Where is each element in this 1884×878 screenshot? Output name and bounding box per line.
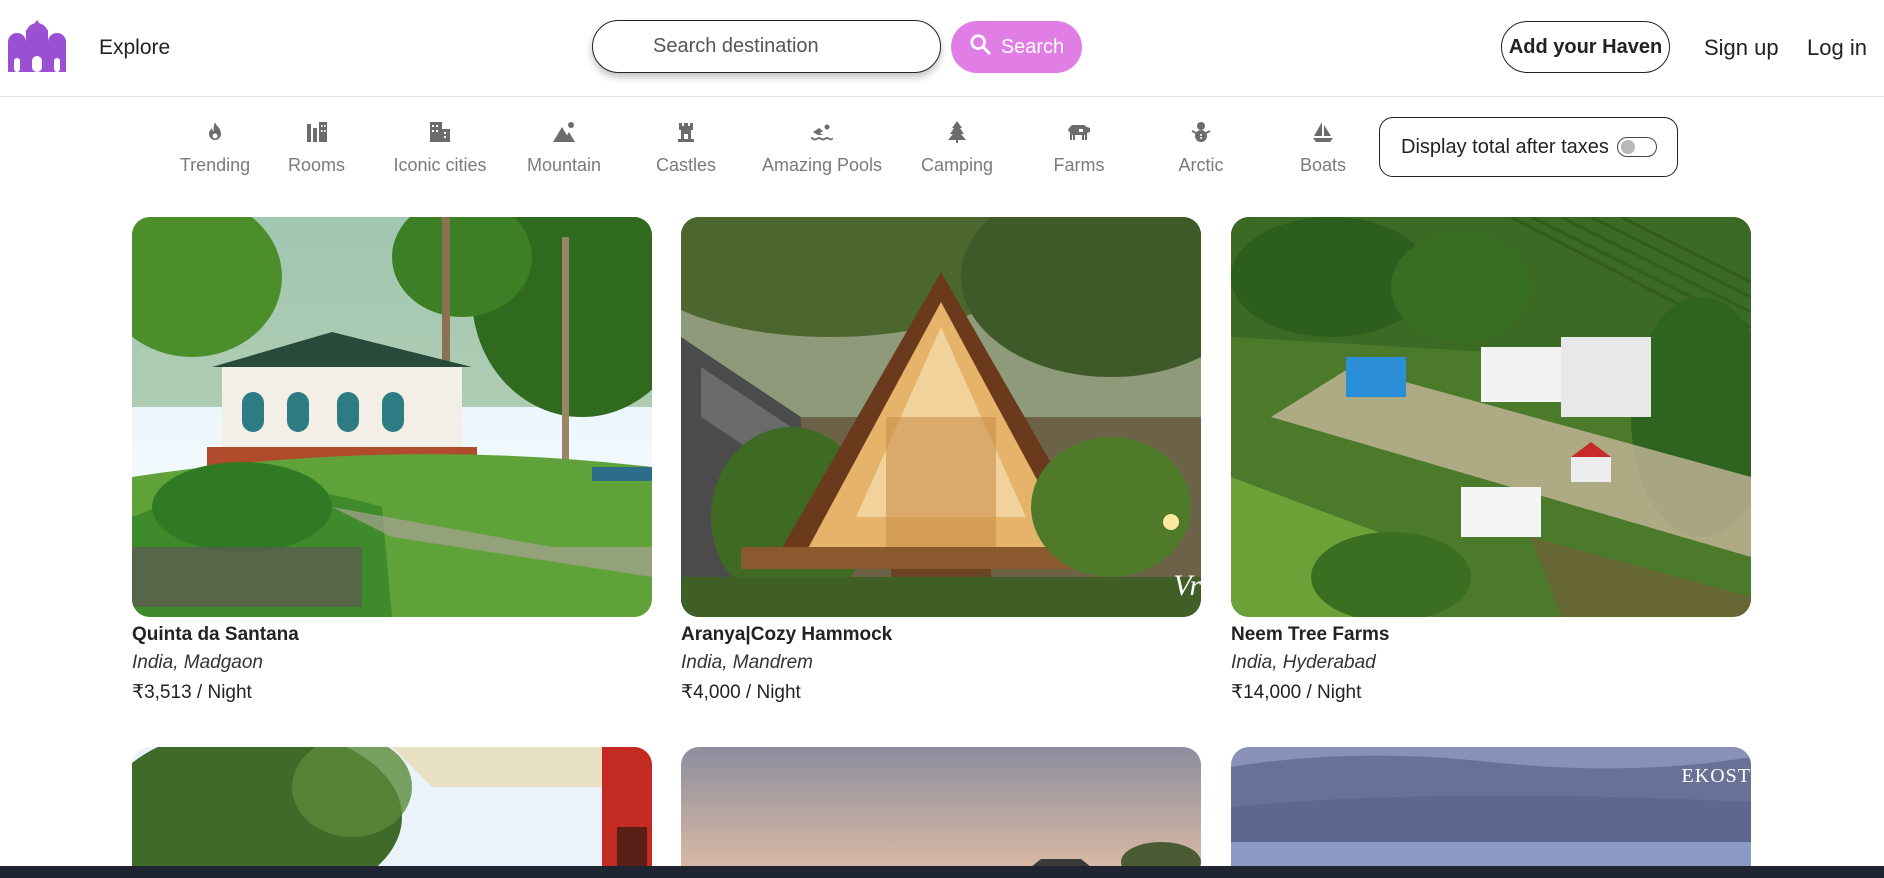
filter-label: Castles (655, 155, 717, 175)
filter-label: Iconic cities (393, 155, 487, 175)
sailboat-icon (1311, 120, 1335, 149)
listing-location: India, Hyderabad (1231, 652, 1376, 673)
listing-price: ₹4,000 / Night (681, 682, 801, 703)
explore-link[interactable]: Explore (99, 36, 170, 60)
signup-link[interactable]: Sign up (1704, 35, 1779, 61)
filter-label: Amazing Pools (761, 155, 883, 175)
filter-label: Arctic (1178, 155, 1224, 175)
search-input[interactable] (592, 20, 941, 73)
tree-icon (945, 120, 969, 149)
search-button-label: Search (1000, 35, 1065, 58)
city-icon (428, 120, 452, 149)
filter-label: Camping (920, 155, 994, 175)
listing-location: India, Mandrem (681, 652, 814, 673)
mountain-icon (552, 120, 576, 149)
listing-card[interactable]: Vr Aranya|Cozy Hammock India, Mandrem ₹4… (681, 217, 1201, 708)
tax-toggle-label: Display total after taxes (1401, 135, 1609, 158)
filter-label: Farms (1053, 155, 1105, 175)
login-link[interactable]: Log in (1807, 35, 1867, 61)
castle-icon (674, 120, 698, 149)
bed-icon (305, 120, 329, 149)
image-watermark: Vr (1173, 569, 1201, 602)
listing-image[interactable] (1231, 217, 1751, 617)
image-watermark: EKOST (1681, 765, 1751, 787)
filter-trending[interactable]: Trending (160, 120, 270, 180)
search-icon (969, 33, 991, 61)
filter-farms[interactable]: Farms (1040, 120, 1118, 180)
listing-price: ₹3,513 / Night (132, 682, 252, 703)
listing-image[interactable] (132, 747, 652, 867)
filter-arctic[interactable]: Arctic (1164, 120, 1238, 180)
listing-image[interactable] (132, 217, 652, 617)
search-button[interactable]: Search (951, 21, 1082, 73)
filter-mountain[interactable]: Mountain (520, 120, 608, 180)
listing-title: Quinta da Santana (132, 624, 299, 645)
listing-image[interactable] (681, 747, 1201, 867)
home-logo-icon[interactable] (4, 20, 70, 72)
navbar: Explore Search Add your Haven Sign up Lo… (0, 0, 1884, 97)
tax-switch[interactable] (1617, 137, 1657, 157)
cow-icon (1067, 120, 1091, 149)
listing-image[interactable]: EKOST (1231, 747, 1751, 867)
filter-castles[interactable]: Castles (646, 120, 726, 180)
filter-label: Trending (179, 155, 251, 175)
listing-card[interactable]: Neem Tree Farms India, Hyderabad ₹14,000… (1231, 217, 1751, 708)
fire-icon (203, 120, 227, 149)
listing-price: ₹14,000 / Night (1231, 682, 1362, 703)
filter-iconic-cities[interactable]: Iconic cities (390, 120, 490, 180)
listing-image[interactable]: Vr (681, 217, 1201, 617)
filter-label: Boats (1299, 155, 1347, 175)
listing-title: Neem Tree Farms (1231, 624, 1390, 645)
tax-switch-knob (1621, 140, 1635, 154)
listing-card[interactable]: Quinta da Santana India, Madgaon ₹3,513 … (132, 217, 652, 708)
filter-camping[interactable]: Camping (916, 120, 998, 180)
filter-label: Rooms (287, 155, 345, 175)
listing-location: India, Madgaon (132, 652, 263, 673)
add-haven-button[interactable]: Add your Haven (1501, 21, 1670, 73)
filter-amazing-pools[interactable]: Amazing Pools (762, 120, 882, 180)
listing-title: Aranya|Cozy Hammock (681, 624, 893, 645)
os-taskbar (0, 866, 1884, 878)
tax-toggle[interactable]: Display total after taxes (1379, 117, 1678, 177)
filter-boats[interactable]: Boats (1290, 120, 1356, 180)
snowman-icon (1189, 120, 1213, 149)
swimmer-icon (810, 120, 834, 149)
filter-rooms[interactable]: Rooms (270, 120, 363, 180)
filter-label: Mountain (526, 155, 602, 175)
